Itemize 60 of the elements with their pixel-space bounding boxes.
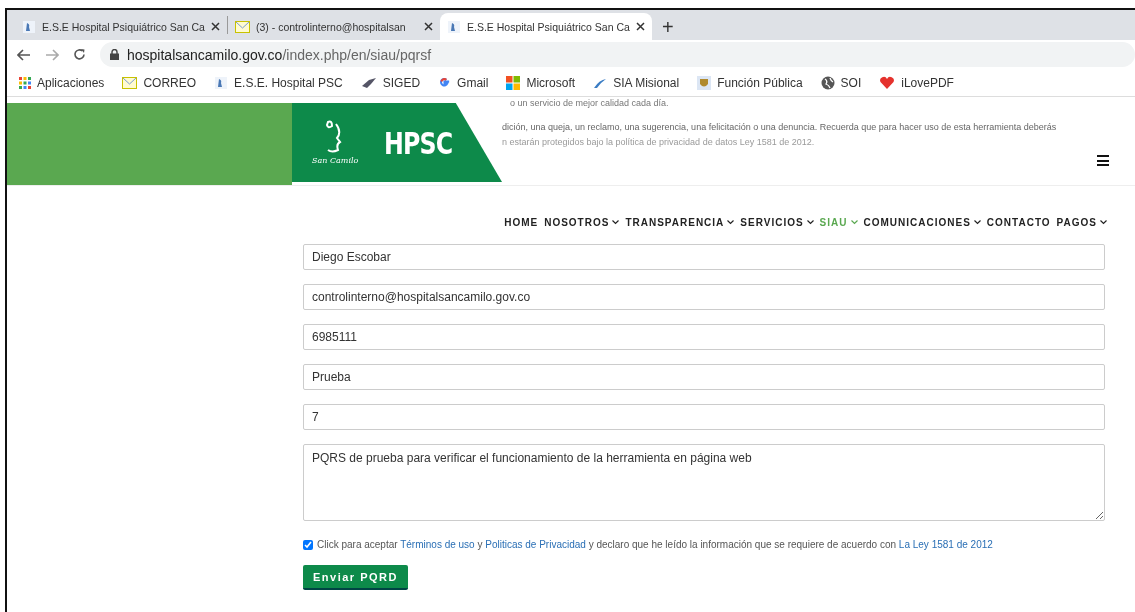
hospital-logo-icon [447, 19, 461, 34]
intro-text: dición, una queja, un reclamo, una sugerencia, una felicitación o una denuncia. Recuerda que para hacer uso de esta herramienta deberás [502, 122, 1058, 132]
apps-grid-icon [19, 76, 31, 89]
back-icon[interactable] [17, 48, 31, 61]
policy-link[interactable]: Politicas de Privacidad [485, 539, 586, 550]
bookmark[interactable]: Microsoft [506, 75, 576, 90]
bookmark[interactable]: iLovePDF [879, 75, 954, 90]
reload-icon[interactable] [73, 48, 86, 61]
bookmark[interactable]: SOI [820, 75, 862, 90]
consent-text: Click para aceptar Términos de uso y Politicas de Privacidad y declaro que he leído la información que se requiere de acuerdo con La Ley 1581 de 2012 [317, 539, 993, 550]
logo-text: HPSC [384, 124, 453, 161]
bookmark[interactable]: Función Pública [697, 75, 803, 90]
hospital-logo-icon [214, 75, 229, 90]
input-field[interactable]: 6985111 [303, 324, 1105, 350]
bookmark[interactable]: E.S.E. Hospital PSC [214, 75, 343, 90]
address-bar[interactable]: hospitalsancamilo.gov.co/index.php/en/siau/pqrsf [100, 42, 1135, 67]
new-tab-button[interactable]: + [652, 14, 684, 40]
policy-link[interactable]: La Ley 1581 de 2012 [898, 539, 993, 550]
policy-link[interactable]: Términos de uso [400, 539, 475, 550]
globe-icon [820, 75, 835, 90]
nav-link[interactable]: PAGOS [1056, 217, 1107, 228]
nav-link[interactable]: COMUNICACIONES [863, 217, 981, 228]
heart-icon [879, 75, 896, 90]
nav-link[interactable]: NOSOTROS [544, 217, 620, 228]
nav-link[interactable]: HOME [504, 217, 539, 228]
bookmark[interactable]: SIGED [360, 75, 421, 90]
nav-link[interactable]: CONTACTO [986, 217, 1051, 228]
intro-text: n estarán protegidos bajo la política de privacidad de datos Ley 1581 de 2012. [502, 137, 816, 147]
input-field[interactable]: Diego Escobar [303, 244, 1105, 270]
message-field[interactable]: PQRS de prueba para verificar el funcionamiento de la herramienta en página web [303, 444, 1105, 521]
swoosh-icon [593, 76, 608, 89]
close-icon[interactable] [636, 22, 645, 31]
g-logo-icon [438, 76, 452, 89]
bookmark[interactable]: SIA Misional [593, 75, 680, 90]
hospital-logo-icon [22, 19, 36, 34]
input-field[interactable]: 7 [303, 404, 1105, 430]
envelope-icon [235, 20, 250, 33]
nav-link[interactable]: SERVICIOS [740, 217, 814, 228]
nav-link[interactable]: TRANSPARENCIA [625, 217, 735, 228]
intro-text: o un servicio de mejor calidad cada día. [510, 98, 670, 108]
bookmark[interactable]: Aplicaciones [19, 75, 105, 90]
bookmark[interactable]: Gmail [438, 75, 489, 90]
browser-tab[interactable]: E.S.E Hospital Psiquiátrico San Ca [440, 13, 652, 40]
menu-icon[interactable] [1097, 155, 1109, 166]
input-field[interactable]: Prueba [303, 364, 1105, 390]
envelope-icon [122, 76, 138, 89]
close-icon[interactable] [211, 22, 220, 31]
bird-icon [360, 76, 377, 89]
site-logo[interactable]: San Camilo HPSC [292, 103, 502, 182]
browser-tab[interactable]: (3) - controlinterno@hospitalsan [228, 13, 440, 40]
bookmark[interactable]: CORREO [122, 75, 197, 90]
submit-button[interactable]: Enviar PQRD [303, 565, 408, 590]
four-squares-icon [506, 75, 521, 90]
browser-tab[interactable]: E.S.E Hospital Psiquiátrico San Ca [15, 13, 227, 40]
shield-icon [697, 75, 712, 90]
close-icon[interactable] [424, 22, 433, 31]
logo-script-text: San Camilo [312, 156, 359, 165]
input-field[interactable]: controlinterno@hospitalsancamilo.gov.co [303, 284, 1105, 310]
lock-icon [110, 49, 119, 60]
consent-checkbox[interactable] [303, 539, 313, 550]
